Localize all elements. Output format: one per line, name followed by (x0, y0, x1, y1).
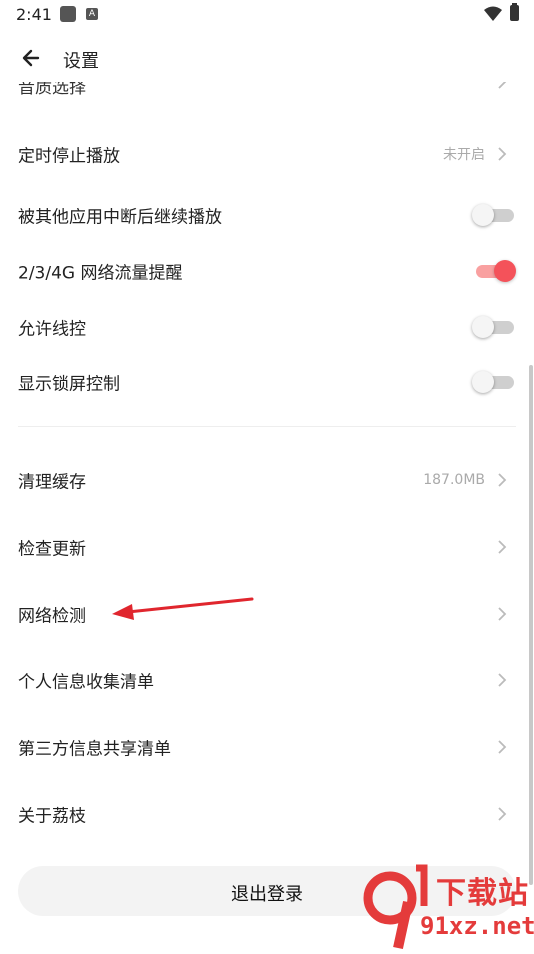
page-title: 设置 (63, 51, 99, 72)
chevron-right-icon (498, 82, 507, 89)
setting-label: 显示锁屏控制 (18, 374, 120, 395)
setting-row-personal-info-list[interactable]: 个人信息收集清单 (0, 652, 534, 708)
watermark-site: 91xz.net (420, 912, 534, 940)
section-divider (18, 426, 516, 427)
setting-row-sleep-timer[interactable]: 定时停止播放 未开启 (0, 126, 534, 182)
lockscreen-toggle[interactable] (472, 371, 514, 393)
status-time: 2:41 (16, 5, 52, 24)
setting-label: 个人信息收集清单 (18, 672, 154, 693)
setting-label: 被其他应用中断后继续播放 (18, 207, 222, 228)
setting-label: 检查更新 (18, 539, 86, 560)
setting-label: 第三方信息共享清单 (18, 739, 171, 760)
setting-label: 清理缓存 (18, 472, 86, 493)
setting-label: 2/3/4G 网络流量提醒 (18, 263, 183, 284)
setting-label: 音质选择 (18, 82, 86, 98)
data-alert-toggle[interactable] (472, 260, 516, 282)
setting-label: 允许线控 (18, 319, 86, 340)
watermark: 下载站 91xz.net (362, 862, 534, 950)
setting-value: 未开启 (443, 147, 485, 163)
chevron-right-icon (498, 147, 507, 161)
setting-row-data-usage-alert: 2/3/4G 网络流量提醒 (0, 243, 534, 299)
setting-row-wire-control: 允许线控 (0, 299, 534, 355)
app-header: 设置 (0, 36, 534, 82)
setting-label: 定时停止播放 (18, 146, 120, 167)
back-arrow-icon[interactable] (18, 44, 46, 72)
scrollbar[interactable] (529, 365, 533, 885)
chevron-right-icon (498, 473, 507, 487)
setting-row-audio-quality[interactable]: 音质选择 (0, 82, 534, 100)
chevron-right-icon (498, 740, 507, 754)
chevron-right-icon (498, 540, 507, 554)
setting-label: 网络检测 (18, 606, 86, 627)
chevron-right-icon (498, 673, 507, 687)
chevron-right-icon (498, 607, 507, 621)
chevron-right-icon (498, 807, 507, 821)
setting-row-third-party-list[interactable]: 第三方信息共享清单 (0, 719, 534, 775)
setting-row-network-check[interactable]: 网络检测 (0, 586, 534, 642)
setting-row-clear-cache[interactable]: 清理缓存 187.0MB (0, 452, 534, 508)
app-notification-icon: A (86, 8, 98, 20)
setting-label: 关于荔枝 (18, 806, 86, 827)
setting-row-resume-after-interrupt: 被其他应用中断后继续播放 (0, 187, 534, 243)
watermark-brand: 下载站 (436, 876, 529, 911)
battery-icon (510, 3, 519, 21)
status-bar: 2:41 A (0, 0, 534, 28)
wifi-icon (484, 6, 502, 21)
notification-icon (60, 6, 76, 22)
setting-row-check-update[interactable]: 检查更新 (0, 519, 534, 575)
setting-row-about[interactable]: 关于荔枝 (0, 786, 534, 842)
resume-toggle[interactable] (472, 204, 514, 226)
setting-row-lockscreen-control: 显示锁屏控制 (0, 354, 534, 410)
setting-value: 187.0MB (423, 472, 485, 488)
wire-control-toggle[interactable] (472, 316, 514, 338)
